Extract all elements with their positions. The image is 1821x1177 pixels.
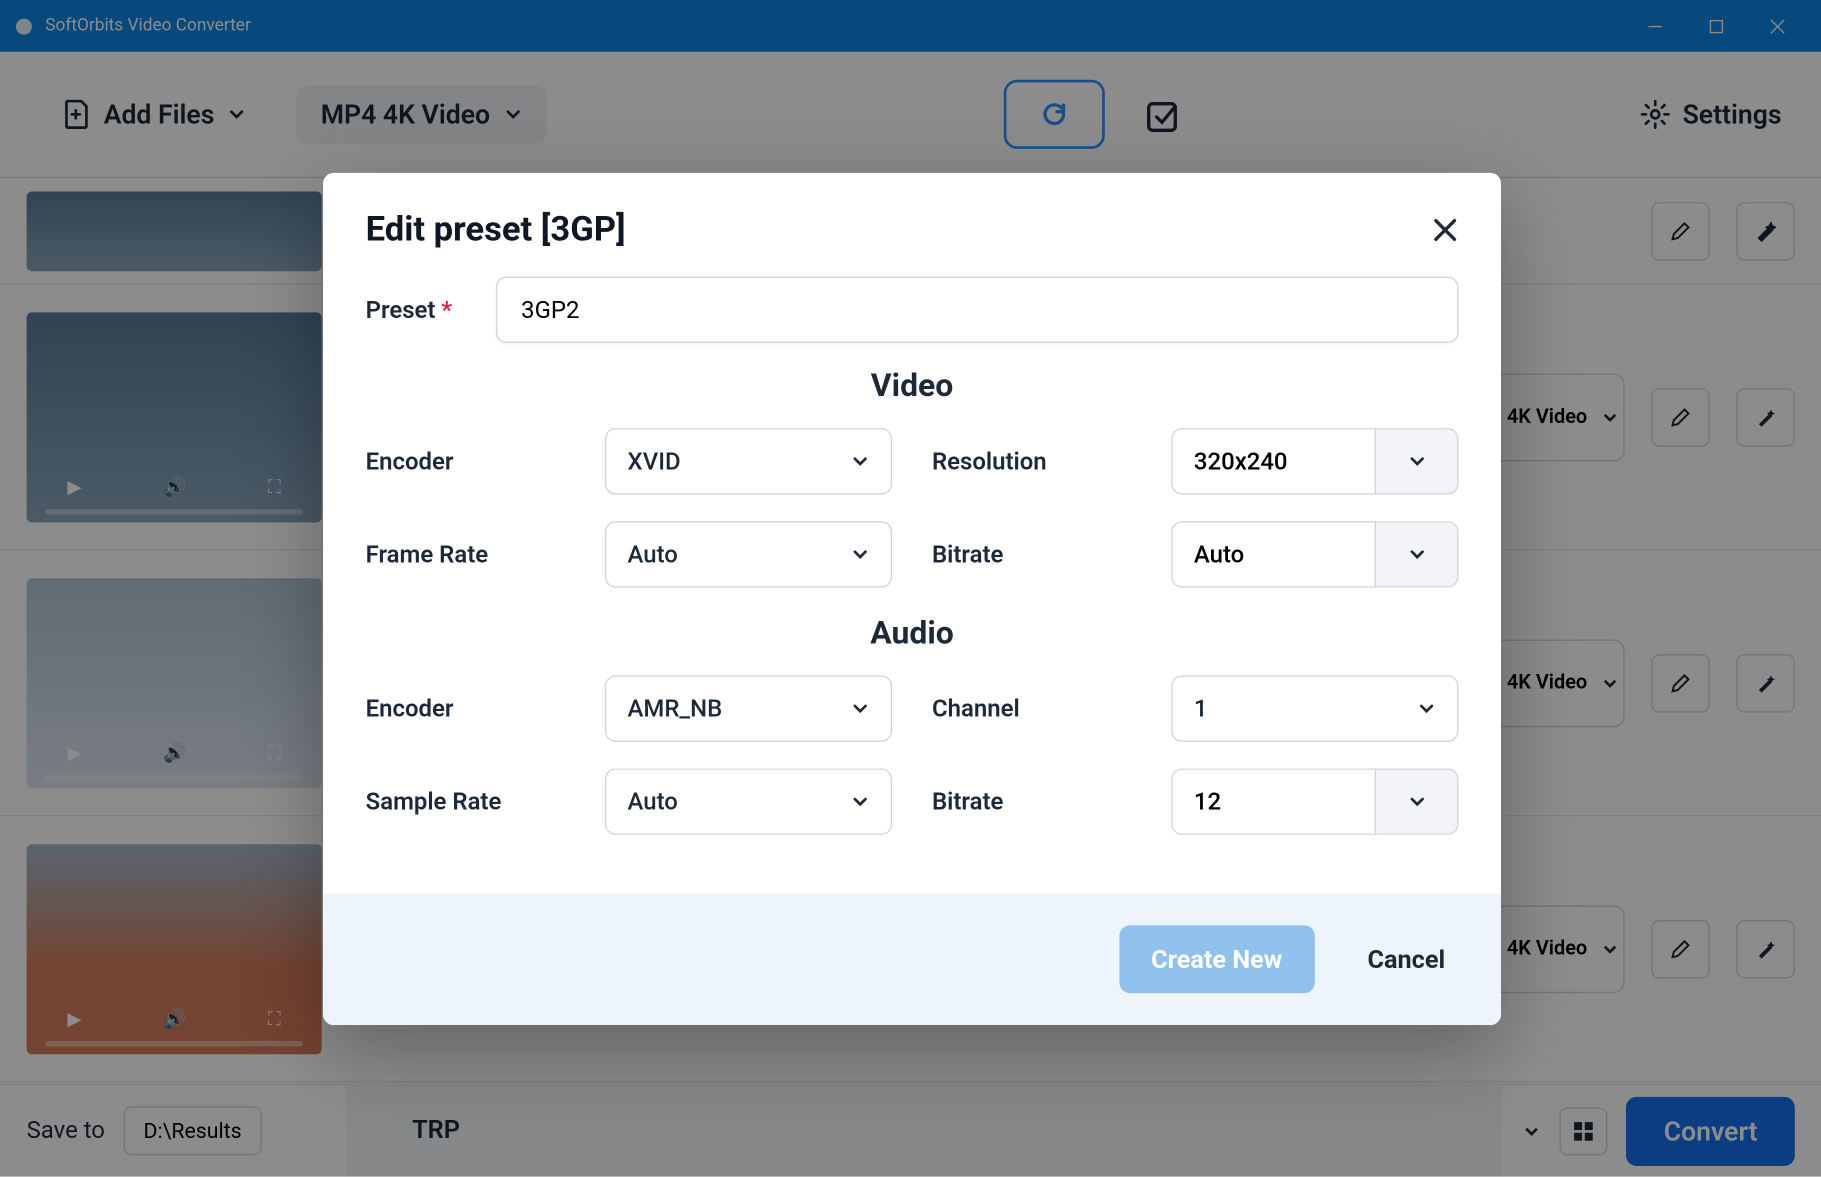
- audio-bitrate-label: Bitrate: [932, 788, 1158, 816]
- audio-bitrate-input[interactable]: 12: [1171, 768, 1376, 834]
- cancel-button[interactable]: Cancel: [1354, 925, 1458, 993]
- chevron-down-icon: [851, 792, 870, 811]
- close-modal-button[interactable]: [1432, 217, 1459, 244]
- create-new-button[interactable]: Create New: [1119, 925, 1314, 993]
- chevron-down-icon: [1407, 792, 1426, 811]
- close-icon: [1432, 217, 1459, 244]
- audio-encoder-label: Encoder: [366, 695, 592, 723]
- chevron-down-icon: [851, 699, 870, 718]
- audio-encoder-select[interactable]: AMR_NB: [605, 675, 892, 741]
- audio-bitrate-dropdown-button[interactable]: [1376, 768, 1458, 834]
- video-bitrate-dropdown-button[interactable]: [1376, 521, 1458, 587]
- framerate-label: Frame Rate: [366, 540, 592, 568]
- channel-select[interactable]: 1: [1171, 675, 1458, 741]
- preset-name-input[interactable]: [496, 277, 1459, 343]
- framerate-select[interactable]: Auto: [605, 521, 892, 587]
- chevron-down-icon: [851, 545, 870, 564]
- modal-title: Edit preset [3GP]: [366, 210, 1432, 250]
- samplerate-select[interactable]: Auto: [605, 768, 892, 834]
- audio-section-title: Audio: [366, 614, 1459, 651]
- chevron-down-icon: [1417, 699, 1436, 718]
- resolution-label: Resolution: [932, 447, 1158, 475]
- video-encoder-label: Encoder: [366, 447, 592, 475]
- preset-label: Preset *: [366, 296, 480, 324]
- edit-preset-modal: Edit preset [3GP] Preset * Video Encoder…: [323, 173, 1501, 1025]
- video-bitrate-label: Bitrate: [932, 540, 1158, 568]
- chevron-down-icon: [1407, 452, 1426, 471]
- chevron-down-icon: [851, 452, 870, 471]
- video-section-title: Video: [366, 367, 1459, 404]
- channel-label: Channel: [932, 695, 1158, 723]
- video-bitrate-input[interactable]: Auto: [1171, 521, 1376, 587]
- samplerate-label: Sample Rate: [366, 788, 592, 816]
- video-encoder-select[interactable]: XVID: [605, 428, 892, 494]
- chevron-down-icon: [1407, 545, 1426, 564]
- resolution-dropdown-button[interactable]: [1376, 428, 1458, 494]
- resolution-input[interactable]: 320x240: [1171, 428, 1376, 494]
